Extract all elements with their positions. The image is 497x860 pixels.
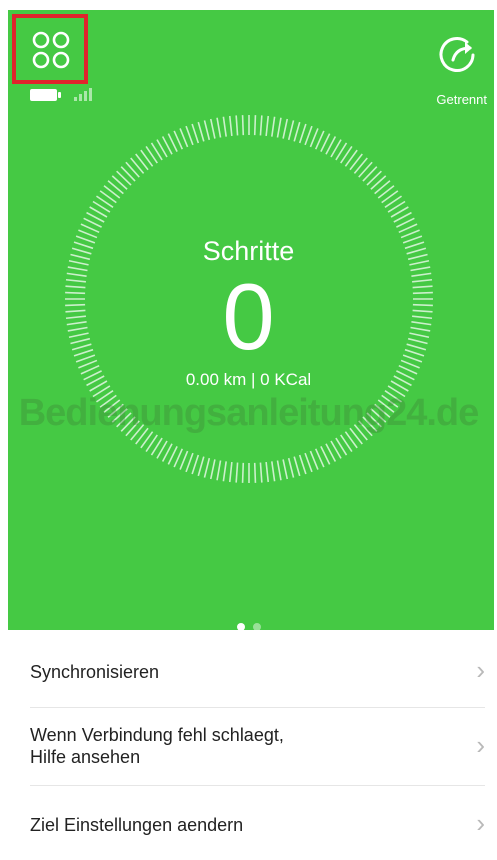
distance-calories-summary: 0.00 km | 0 KCal — [185, 370, 312, 389]
ring-tick — [222, 461, 227, 482]
ring-tick — [276, 460, 282, 481]
page-dot-2[interactable] — [252, 623, 261, 631]
sync-label: Synchronisieren — [30, 662, 160, 682]
ring-tick — [304, 125, 313, 146]
ring-tick — [116, 170, 132, 186]
ring-tick — [209, 118, 216, 139]
grid-four-circles-icon — [32, 31, 70, 69]
ring-tick — [304, 452, 313, 473]
chevron-right-icon: › — [476, 808, 485, 838]
ring-tick — [253, 462, 257, 483]
connection-status-label: Getrennt — [436, 92, 487, 107]
ring-tick — [228, 462, 233, 483]
ring-tick — [111, 175, 128, 190]
ring-tick — [282, 459, 289, 480]
ring-tick — [203, 457, 211, 478]
ring-tick — [287, 457, 295, 478]
ring-tick — [235, 115, 239, 136]
menu-button[interactable] — [12, 14, 88, 84]
connection-help-label: Wenn Verbindung fehl schlaegt, Hilfe ans… — [30, 725, 284, 767]
ring-tick — [287, 120, 295, 141]
chevron-right-icon: › — [476, 655, 485, 685]
ring-tick — [179, 450, 189, 470]
ring-tick — [366, 170, 382, 186]
app-screen: Getrennt Schritte 0 0.00 km | 0 KCal Bed… — [0, 0, 497, 860]
ring-tick — [125, 161, 140, 178]
ring-tick — [197, 456, 205, 477]
ring-tick — [271, 116, 276, 137]
ring-tick — [298, 454, 307, 475]
chevron-right-icon: › — [476, 730, 485, 760]
connection-help-row[interactable]: Wenn Verbindung fehl schlaegt, Hilfe ans… — [30, 708, 485, 786]
ring-tick — [276, 117, 282, 138]
ring-tick — [309, 128, 319, 148]
ring-tick — [216, 460, 222, 481]
steps-title: Schritte — [202, 236, 295, 266]
page-dot-1[interactable] — [236, 623, 245, 631]
ring-tick — [259, 462, 263, 483]
ring-tick — [235, 462, 239, 483]
ring-tick — [370, 175, 387, 190]
ring-tick — [209, 459, 216, 480]
ring-tick — [120, 166, 136, 182]
ring-tick — [191, 123, 200, 144]
ring-tick — [222, 116, 227, 137]
ring-tick — [179, 128, 189, 148]
ring-tick — [185, 452, 194, 473]
page-indicator[interactable] — [0, 618, 497, 636]
share-arrow-icon[interactable] — [439, 34, 479, 74]
sync-row[interactable]: Synchronisieren › — [30, 636, 485, 708]
goal-settings-row[interactable]: Ziel Einstellungen aendern › — [30, 786, 485, 860]
ring-tick — [265, 462, 270, 483]
ring-tick — [358, 161, 373, 178]
ring-tick — [271, 461, 276, 482]
ring-tick — [185, 125, 194, 146]
signal-bars-icon — [74, 88, 92, 101]
battery-icon — [30, 89, 61, 101]
ring-tick — [293, 121, 301, 142]
action-list: Synchronisieren › Wenn Verbindung fehl s… — [0, 636, 497, 860]
ring-tick — [259, 115, 263, 136]
ring-tick — [228, 115, 233, 136]
ring-tick — [293, 456, 301, 477]
ring-tick — [197, 121, 205, 142]
ring-tick — [309, 450, 319, 470]
ring-tick — [265, 115, 270, 136]
ring-tick — [191, 454, 200, 475]
ring-tick — [282, 118, 289, 139]
watermark-text: Bedienungsanleitung24.de — [18, 392, 480, 434]
ring-tick — [298, 123, 307, 144]
ring-tick — [241, 462, 245, 483]
ring-tick — [362, 166, 378, 182]
steps-count: 0 — [222, 264, 275, 369]
ring-tick — [253, 115, 257, 136]
ring-tick — [203, 120, 211, 141]
goal-settings-label: Ziel Einstellungen aendern — [30, 815, 244, 835]
ring-tick — [216, 117, 222, 138]
ring-tick — [241, 115, 245, 136]
